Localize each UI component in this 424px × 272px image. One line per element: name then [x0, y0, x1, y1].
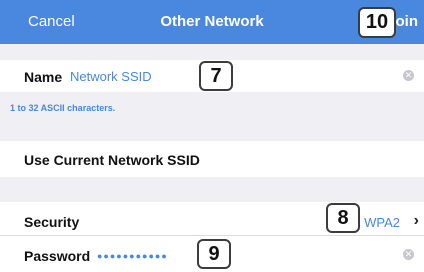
cancel-button[interactable]: Cancel: [28, 13, 75, 30]
security-row[interactable]: Security WPA2 ›: [0, 202, 424, 236]
use-current-ssid-label: Use Current Network SSID: [24, 152, 200, 168]
ssid-input[interactable]: [70, 69, 180, 84]
name-label: Name: [24, 69, 63, 85]
security-value: WPA2: [364, 215, 400, 230]
security-label: Security: [24, 214, 80, 230]
callout-badge-security: 8: [326, 203, 360, 233]
clear-x-icon[interactable]: ✕: [403, 70, 414, 81]
callout-badge-name: 7: [199, 61, 233, 91]
use-current-ssid-button[interactable]: Use Current Network SSID: [0, 141, 424, 177]
chevron-right-icon: ›: [413, 212, 419, 229]
callout-badge-password: 9: [197, 239, 231, 269]
password-label: Password: [24, 248, 91, 264]
callout-badge-join: 10: [358, 7, 396, 38]
ssid-hint: 1 to 32 ASCII characters.: [10, 103, 116, 113]
clear-x-icon[interactable]: ✕: [403, 249, 414, 260]
password-field[interactable]: ●●●●●●●●●●●: [97, 251, 168, 261]
